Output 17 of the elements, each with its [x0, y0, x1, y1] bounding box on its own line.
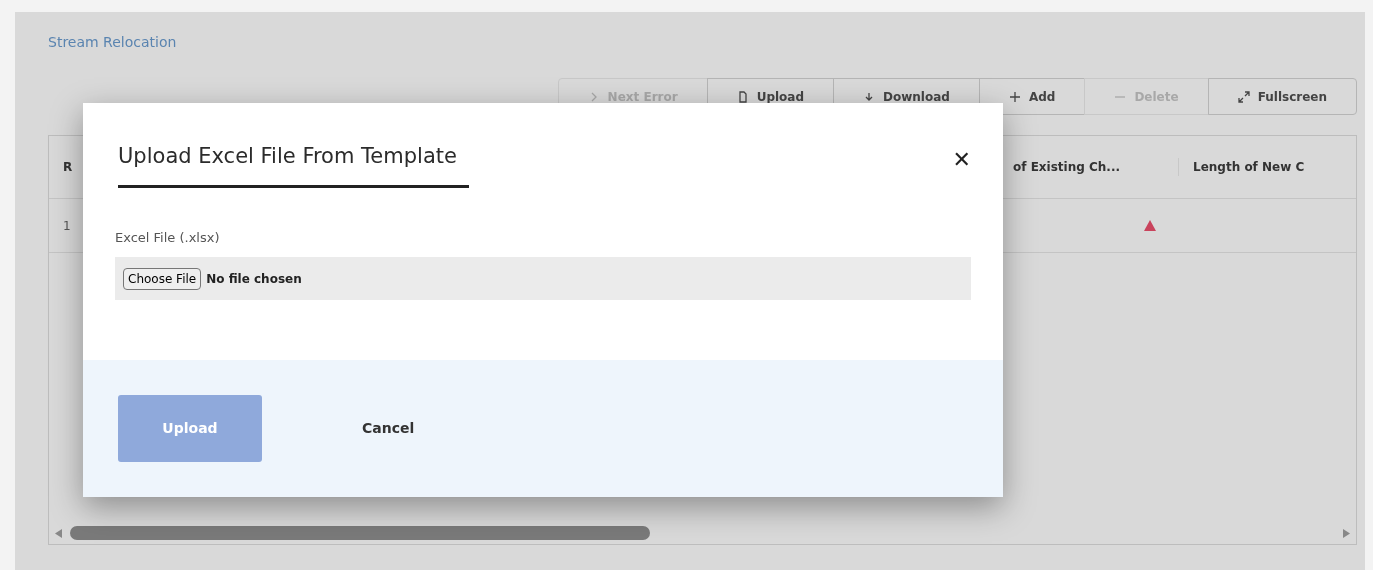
table-cell-text: 1: [62, 217, 72, 235]
dialog-title: Upload Excel File From Template: [118, 141, 469, 188]
expand-icon: [1237, 90, 1250, 103]
field-label: Excel File (.xlsx): [115, 228, 221, 247]
page-title: Stream Relocation: [48, 33, 178, 52]
choose-file-button[interactable]: Choose File: [123, 267, 202, 290]
file-icon: [736, 90, 749, 103]
cancel-button[interactable]: Cancel: [362, 418, 415, 439]
close-button[interactable]: ✕: [952, 143, 971, 176]
file-status: No file chosen: [206, 270, 302, 288]
scroll-right-icon[interactable]: [1343, 528, 1350, 538]
plus-icon: [1008, 90, 1021, 103]
toolbar-button[interactable]: Fullscreen: [1207, 78, 1357, 115]
scrollbar-thumb[interactable]: [70, 526, 650, 540]
scroll-left-icon[interactable]: [55, 528, 62, 538]
file-input-field[interactable]: Choose File No file chosen: [115, 257, 971, 300]
column-header[interactable]: Length of New C: [1179, 158, 1356, 176]
